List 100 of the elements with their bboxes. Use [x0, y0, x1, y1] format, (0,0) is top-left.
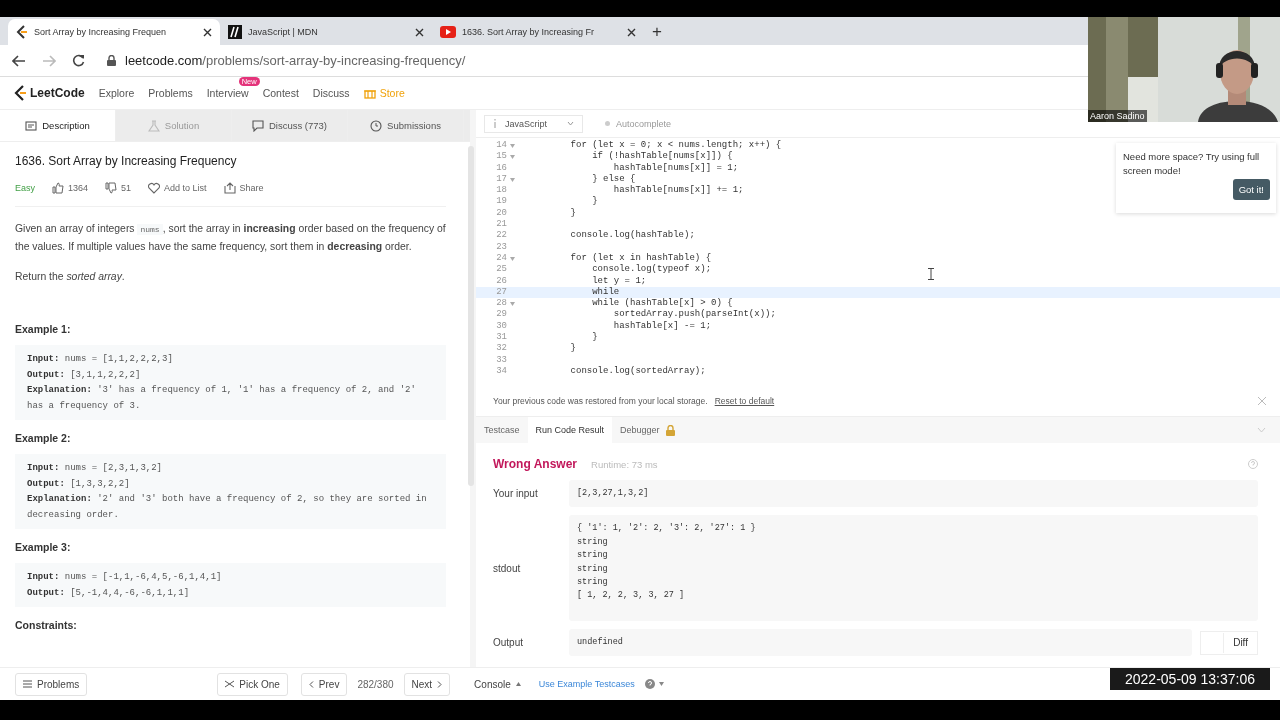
dot-icon — [605, 121, 611, 126]
nav-link[interactable]: Contest — [262, 87, 299, 99]
example-line: Output: [5,-1,4,4,-6,-6,1,1,1] — [27, 586, 191, 600]
result-label: Output — [493, 637, 525, 649]
shuffle-icon — [225, 680, 235, 688]
heart-icon — [148, 182, 161, 194]
problem-counter: 282/380 — [357, 678, 394, 690]
pick-one-button[interactable]: Pick One — [217, 672, 288, 696]
result-label: Your input — [493, 488, 539, 500]
like-button[interactable]: 1364 — [52, 182, 89, 194]
forward-icon — [42, 54, 56, 67]
tab-title: 1636. Sort Array by Increasing Fr — [462, 27, 596, 37]
share-button[interactable]: Share — [223, 182, 264, 194]
runtime-text: Runtime: 73 ms — [591, 458, 658, 470]
help-icon — [1248, 459, 1258, 469]
description-paragraph: Return the sorted array. — [15, 270, 126, 284]
nav-link[interactable]: Interview — [206, 87, 249, 99]
participant-name: Aaron Sadino — [1088, 110, 1147, 122]
example-line: Input: nums = [1,1,2,2,2,3] — [27, 353, 174, 366]
caret-down-icon — [658, 682, 664, 686]
browser-tab[interactable]: 1636. Sort Array by Increasing Fr — [432, 19, 644, 45]
nav-link[interactable]: Problems — [148, 87, 193, 99]
result-label: stdout — [493, 562, 522, 574]
caret-up-icon — [515, 682, 521, 686]
line-number: 26 — [496, 275, 507, 287]
line-number: 30 — [496, 320, 507, 333]
nav-link[interactable]: Discuss — [312, 87, 350, 99]
info-icon — [493, 119, 497, 128]
leetcode-logo-icon — [14, 85, 27, 101]
browser-tab[interactable]: Sort Array by Increasing Frequen — [8, 19, 220, 45]
example-line: Explanation: '3' has a frequency of 1, '1' has a frequency of 2, and '2' has a frequency of 3. — [27, 384, 417, 413]
example-heading: Example 1: — [15, 323, 72, 335]
problem-tab[interactable]: Description — [0, 110, 116, 141]
browser-tab[interactable]: JavaScript | MDN — [220, 19, 432, 45]
nav-link[interactable]: Explore — [98, 87, 135, 99]
line-number: 25 — [496, 264, 507, 276]
thumbs-up-icon — [52, 182, 64, 194]
code-line: } — [591, 196, 598, 208]
next-button[interactable]: Next — [403, 672, 451, 696]
share-icon — [223, 182, 236, 194]
result-tab[interactable]: Run Code Result — [527, 417, 613, 443]
tab-title: Sort Array by Increasing Frequen — [34, 27, 168, 37]
code-line: hashTable[nums[x]] += 1; — [612, 185, 744, 197]
line-number: 16 — [496, 162, 507, 174]
code-line: let y = 1; — [591, 275, 647, 287]
close-icon — [415, 27, 424, 37]
code-line: for (let x in hashTable) { — [569, 252, 712, 264]
reload-icon — [72, 54, 85, 67]
language-select[interactable]: JavaScript — [484, 114, 584, 133]
store-icon — [363, 87, 376, 99]
constraints-heading: Constraints: — [15, 619, 78, 631]
result-tab[interactable]: Testcase — [476, 417, 528, 443]
lock-icon — [107, 55, 116, 66]
code-line: hashTable[x] -= 1; — [612, 320, 712, 333]
got-it-button[interactable]: Got it! — [1232, 179, 1270, 200]
line-number: 17 — [496, 173, 507, 186]
line-number: 22 — [496, 230, 507, 242]
video-play-icon — [440, 26, 456, 38]
close-icon — [1258, 397, 1266, 405]
reset-link[interactable]: Reset to default — [714, 396, 775, 406]
chevron-left-icon — [308, 680, 314, 688]
result-tab[interactable]: Debugger — [612, 417, 683, 443]
line-number: 21 — [496, 219, 507, 231]
example-testcases-link[interactable]: Use Example Testcases — [538, 679, 635, 689]
close-icon — [627, 27, 636, 37]
line-number: 33 — [496, 354, 507, 366]
output-line: undefined — [577, 635, 624, 649]
output-line: { '1': 1, '2': 2, '3': 2, '27': 1 } — [577, 522, 757, 536]
line-number: 34 — [496, 365, 507, 378]
problem-tab[interactable]: Submissions — [348, 110, 464, 141]
address-field[interactable]: leetcode.com/problems/sort-array-by-increasing-frequency/ — [101, 47, 1080, 74]
text-cursor-icon — [928, 268, 934, 280]
tab-title: JavaScript | MDN — [248, 27, 319, 37]
chat-icon — [251, 119, 264, 132]
dislike-button[interactable]: 51 — [105, 182, 132, 194]
code-line: for (let x = 0; x < nums.length; x++) { — [569, 140, 782, 151]
example-heading: Example 2: — [15, 432, 72, 444]
output-line: [2,3,27,1,3,2] — [577, 487, 650, 500]
notice-text: Your previous code was restored from your local storage. — [493, 396, 708, 406]
output-line: string — [577, 576, 609, 590]
scrollbar-thumb[interactable] — [468, 146, 474, 486]
diff-label: Diff — [1232, 637, 1249, 649]
chevron-right-icon — [437, 680, 443, 688]
problems-button[interactable]: Problems — [15, 672, 88, 696]
code-line: console.log(hashTable); — [569, 230, 695, 242]
caret-icon — [567, 121, 575, 126]
add-to-list-button[interactable]: Add to List — [148, 182, 207, 194]
difficulty-label: Easy — [15, 183, 35, 193]
line-number: 19 — [496, 196, 507, 208]
new-tab-button[interactable]: + — [644, 19, 670, 45]
chevron-icon — [1257, 427, 1266, 433]
logo-text[interactable]: LeetCode — [30, 86, 85, 100]
mdn-logo-icon — [228, 25, 242, 39]
line-number: 20 — [496, 207, 507, 220]
problem-title: 1636. Sort Array by Increasing Frequency — [15, 154, 238, 168]
prev-button[interactable]: Prev — [300, 672, 348, 696]
clock-icon — [370, 119, 383, 132]
flask-icon — [147, 119, 160, 132]
problem-tab[interactable]: Discuss (773) — [232, 110, 348, 141]
line-number: 18 — [496, 185, 507, 197]
